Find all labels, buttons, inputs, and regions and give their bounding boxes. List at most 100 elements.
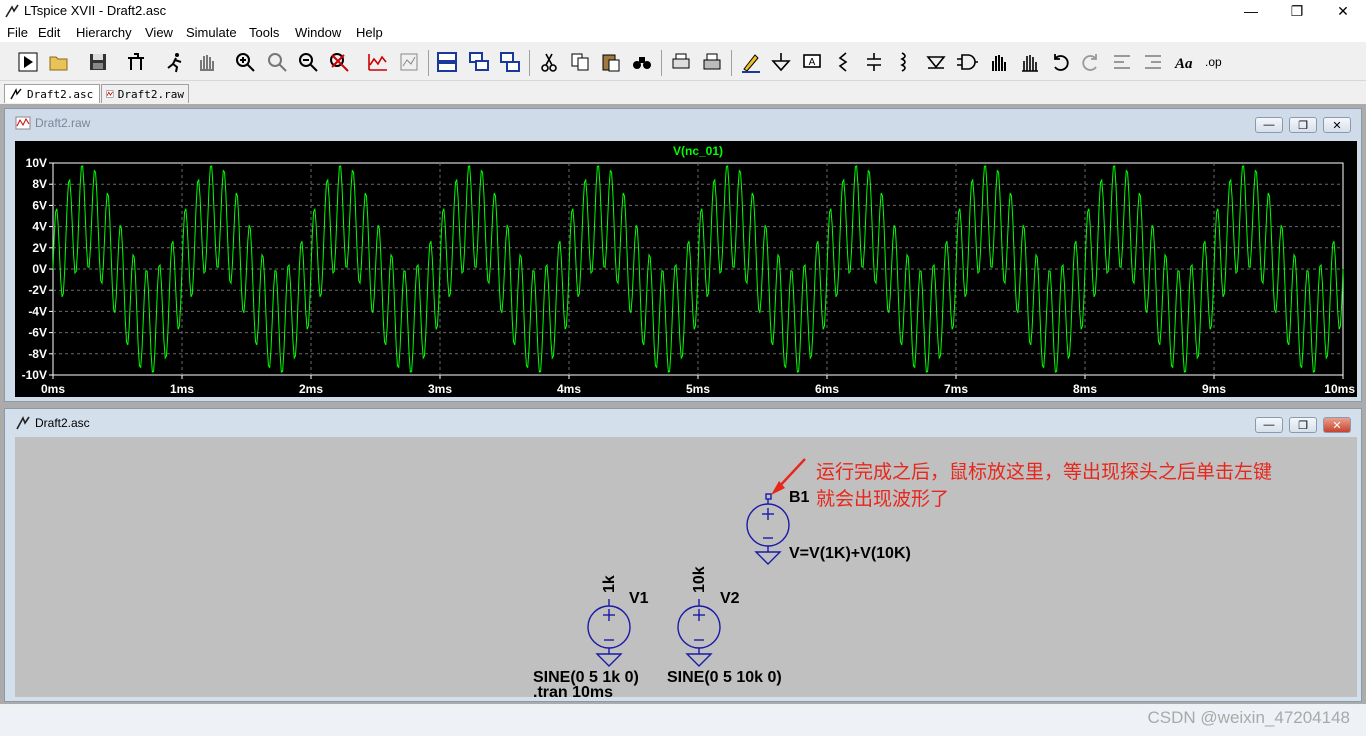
- x-tick-label: 9ms: [1202, 382, 1226, 396]
- zoom-area-icon[interactable]: [264, 48, 290, 76]
- spice-directive-icon[interactable]: .op: [1202, 48, 1228, 76]
- open-icon[interactable]: [46, 48, 72, 76]
- waveform-chart[interactable]: 10V 8V 6V 4V 2V 0V -2V -4V -6V -8V -10V0ms 1ms 2ms 3m…: [15, 141, 1357, 397]
- zoom-out-icon[interactable]: [295, 48, 321, 76]
- x-tick-label: 10ms: [1324, 382, 1355, 396]
- x-tick-label: 3ms: [428, 382, 452, 396]
- tab-draft2-raw[interactable]: Draft2.raw: [101, 84, 189, 103]
- paste-icon[interactable]: [598, 48, 624, 76]
- resistor-icon[interactable]: [830, 48, 856, 76]
- y-tick-label: -2V: [28, 283, 47, 297]
- print-preview-icon[interactable]: [668, 48, 694, 76]
- toolbar-separator: [661, 50, 662, 76]
- x-tick-label: 0ms: [41, 382, 65, 396]
- v2-value-label[interactable]: SINE(0 5 10k 0): [667, 669, 782, 687]
- move-icon[interactable]: [985, 48, 1011, 76]
- print-icon[interactable]: [699, 48, 725, 76]
- component-icon[interactable]: [954, 48, 980, 76]
- y-tick-label: 10V: [26, 156, 47, 170]
- window-title: LTspice XVII - Draft2.asc: [24, 3, 167, 18]
- tile-horizontal-icon[interactable]: [434, 48, 460, 76]
- cut-icon[interactable]: [536, 48, 562, 76]
- svg-text:A: A: [809, 57, 816, 68]
- toolbar-separator: [529, 50, 530, 76]
- title-bar: LTspice XVII - Draft2.asc — ❐ ✕: [0, 0, 1366, 22]
- tab-label: Draft2.raw: [117, 87, 184, 101]
- inductor-icon[interactable]: [892, 48, 918, 76]
- autorange-icon[interactable]: [365, 48, 391, 76]
- y-tick-label: -10V: [22, 368, 47, 382]
- menu-simulate[interactable]: Simulate: [186, 25, 237, 40]
- x-tick-label: 2ms: [299, 382, 323, 396]
- halt-icon[interactable]: [162, 48, 188, 76]
- drag-icon[interactable]: [1016, 48, 1042, 76]
- save-icon[interactable]: [85, 48, 111, 76]
- waveform-restore-button[interactable]: ❐: [1289, 117, 1317, 133]
- schematic-restore-button[interactable]: ❐: [1289, 417, 1317, 433]
- v1-name-label[interactable]: V1: [629, 590, 649, 608]
- menu-tools[interactable]: Tools: [249, 25, 279, 40]
- b1-source-symbol[interactable]: [746, 493, 790, 565]
- menu-help[interactable]: Help: [356, 25, 383, 40]
- b1-value-label[interactable]: V=V(1K)+V(10K): [789, 545, 911, 563]
- plot-settings-icon[interactable]: [396, 48, 422, 76]
- y-tick-label: 2V: [32, 241, 47, 255]
- v2-name-label[interactable]: V2: [720, 590, 740, 608]
- copy-icon[interactable]: [567, 48, 593, 76]
- document-tabs: Draft2.asc Draft2.raw: [0, 82, 1366, 104]
- toolbar-separator: [731, 50, 732, 76]
- maximize-button[interactable]: ❐: [1274, 0, 1320, 22]
- v2-net-label[interactable]: 10k: [691, 566, 709, 593]
- annotation-line-2: 就会出现波形了: [816, 489, 950, 510]
- close-button[interactable]: ✕: [1320, 0, 1366, 22]
- menu-view[interactable]: View: [145, 25, 173, 40]
- undo-icon[interactable]: [1047, 48, 1073, 76]
- text-icon[interactable]: Aa: [1171, 48, 1197, 76]
- mirror-icon[interactable]: [1140, 48, 1166, 76]
- menu-file[interactable]: File: [7, 25, 28, 40]
- redo-icon[interactable]: [1078, 48, 1104, 76]
- label-icon[interactable]: A: [799, 48, 825, 76]
- schematic-canvas[interactable]: 运行完成之后，鼠标放这里，等出现探头之后单击左键 就会出现波形了 B1 V=V(…: [15, 437, 1357, 697]
- zoom-cancel-icon[interactable]: [326, 48, 352, 76]
- tile-vertical-icon[interactable]: [497, 48, 523, 76]
- rotate-icon[interactable]: [1109, 48, 1135, 76]
- cascade-icon[interactable]: [466, 48, 492, 76]
- trace-v-nc01[interactable]: [52, 165, 1344, 373]
- svg-text:.op: .op: [1205, 55, 1222, 69]
- diode-icon[interactable]: [923, 48, 949, 76]
- schematic-close-button[interactable]: ✕: [1323, 417, 1351, 433]
- x-tick-label: 4ms: [557, 382, 581, 396]
- run-icon[interactable]: [15, 48, 41, 76]
- v2-source-symbol[interactable]: [677, 599, 721, 667]
- tab-draft2-asc[interactable]: Draft2.asc: [4, 84, 100, 103]
- schematic-minimize-button[interactable]: —: [1255, 417, 1283, 433]
- waveform-icon: [106, 90, 114, 98]
- toolbar: A Aa .op: [0, 44, 1366, 81]
- y-tick-label: -8V: [28, 347, 47, 361]
- tab-label: Draft2.asc: [27, 87, 94, 101]
- v1-net-label[interactable]: 1k: [601, 575, 619, 593]
- waveform-close-button[interactable]: ✕: [1323, 117, 1351, 133]
- trace-title: V(nc_01): [673, 144, 723, 158]
- pan-hand-icon[interactable]: [193, 48, 219, 76]
- b1-name-label[interactable]: B1: [789, 489, 809, 507]
- capacitor-icon[interactable]: [861, 48, 887, 76]
- find-icon[interactable]: [629, 48, 655, 76]
- y-tick-label: 6V: [32, 198, 47, 212]
- tran-directive[interactable]: .tran 10ms: [533, 684, 613, 697]
- waveform-plot[interactable]: 10V 8V 6V 4V 2V 0V -2V -4V -6V -8V -10V 0ms 1ms 2ms 3m…: [15, 141, 1357, 397]
- minimize-button[interactable]: —: [1228, 0, 1274, 22]
- menu-edit[interactable]: Edit: [38, 25, 60, 40]
- label-net-icon[interactable]: [738, 48, 764, 76]
- ground-icon[interactable]: [768, 48, 794, 76]
- menu-window[interactable]: Window: [295, 25, 341, 40]
- zoom-in-icon[interactable]: [232, 48, 258, 76]
- ltspice-app-icon: [5, 4, 19, 18]
- waveform-minimize-button[interactable]: —: [1255, 117, 1283, 133]
- menu-hierarchy[interactable]: Hierarchy: [76, 25, 132, 40]
- schematic-icon: [16, 416, 30, 430]
- control-panel-icon[interactable]: [123, 48, 149, 76]
- v1-source-symbol[interactable]: [587, 599, 631, 667]
- mdi-area: Draft2.raw — ❐ ✕ 10V 8V 6V 4V 2V 0V -2V -4V -6V -…: [0, 104, 1366, 704]
